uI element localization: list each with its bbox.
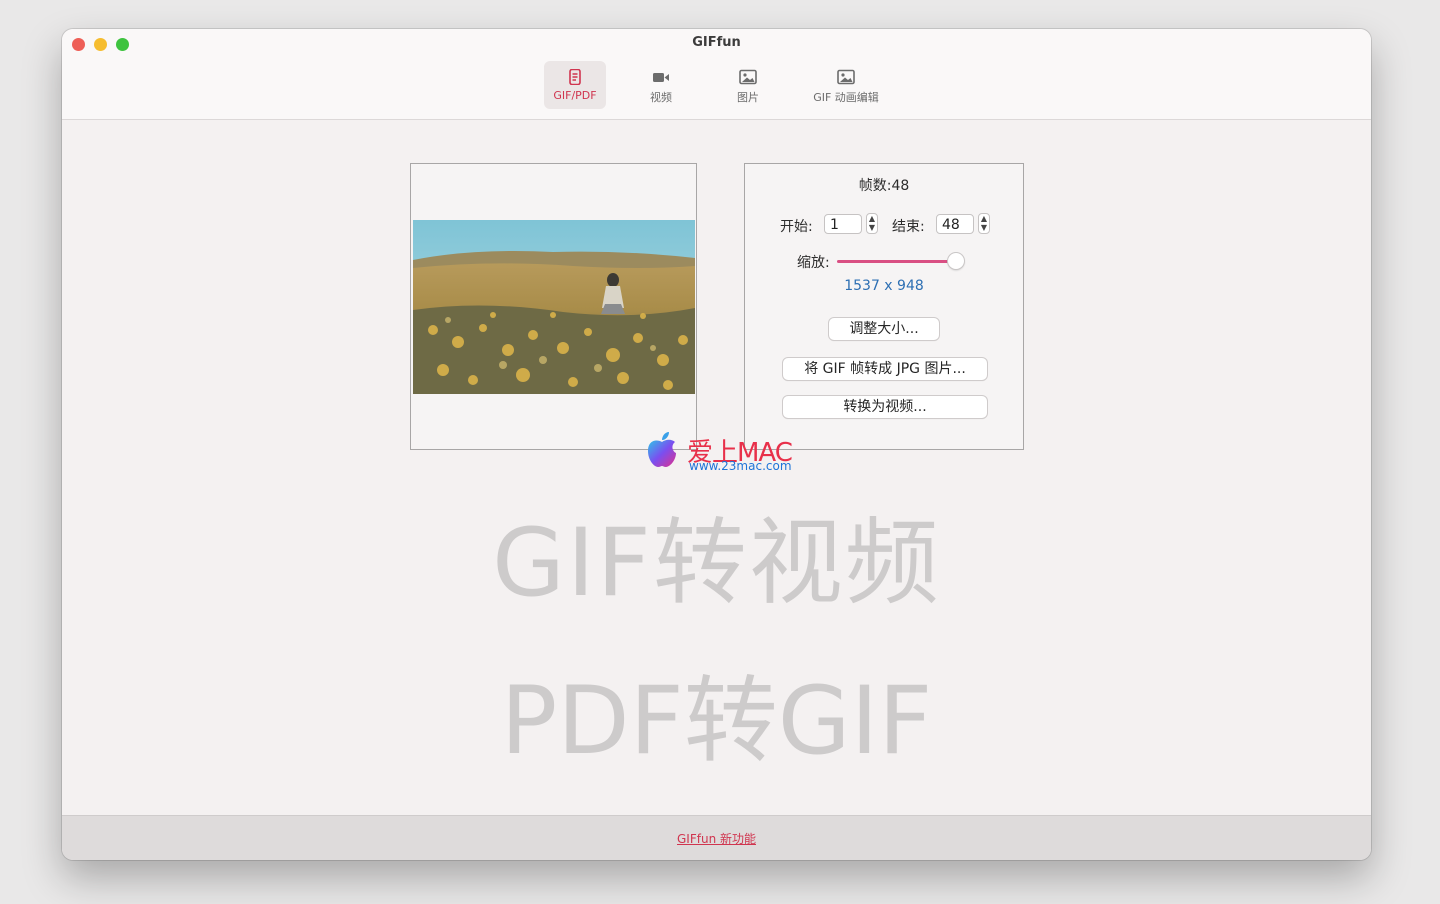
start-label: 开始: [780,219,813,235]
zoom-label: 缩放: [797,255,830,271]
tab-gif-edit[interactable]: GIF 动画编辑 [803,61,889,109]
watermark-line-2: PDF转GIF [500,667,933,776]
footer-bar: GIFfun 新功能 [62,815,1371,860]
tab-video[interactable]: 视频 [631,61,691,109]
watermark-line-1: GIF转视频 [492,509,941,618]
output-dimensions: 1537 x 948 [844,278,924,294]
zoom-slider-track[interactable] [837,260,949,263]
window-title: GIFfun [692,35,741,50]
end-frame-stepper[interactable]: ▲ ▼ [978,213,990,234]
start-frame-input[interactable]: 1 [824,214,862,234]
end-label: 结束: [892,219,925,235]
image-edit-icon [837,69,855,85]
convert-to-video-button[interactable]: 转换为视频... [783,396,987,418]
gif-preview [410,163,697,450]
video-camera-icon [653,73,669,82]
watermark-url: www.23mac.com [689,459,792,473]
whats-new-link[interactable]: GIFfun 新功能 [62,830,1371,847]
image-icon [739,69,757,85]
tab-label: GIF 动画编辑 [813,91,879,104]
start-frame-stepper[interactable]: ▲ ▼ [866,213,878,234]
tab-gif-pdf[interactable]: GIF/PDF [544,61,606,109]
tab-label: 图片 [737,91,759,104]
settings-panel: 帧数:48 开始: 1 ▲ ▼ 结束: 48 ▲ ▼ 缩放: 1537 x 948 … [744,163,1024,450]
document-icon [569,69,581,85]
tab-image[interactable]: 图片 [718,61,778,109]
end-frame-input[interactable]: 48 [936,214,974,234]
tab-label: 视频 [650,91,672,104]
tab-label: GIF/PDF [553,89,597,102]
preview-image [413,220,695,394]
resize-button[interactable]: 调整大小... [829,318,939,340]
frame-count: 帧数:48 [858,178,910,194]
apple-logo-icon [648,432,676,467]
app-window: GIFfun GIF/PDF 视频 图片 GIF 动画编辑 帧数:48 开始: … [62,29,1371,860]
title-bar: GIFfun GIF/PDF 视频 图片 GIF 动画编辑 [62,29,1371,120]
convert-to-jpg-button[interactable]: 将 GIF 帧转成 JPG 图片... [783,358,987,380]
zoom-slider-knob[interactable] [948,253,964,269]
